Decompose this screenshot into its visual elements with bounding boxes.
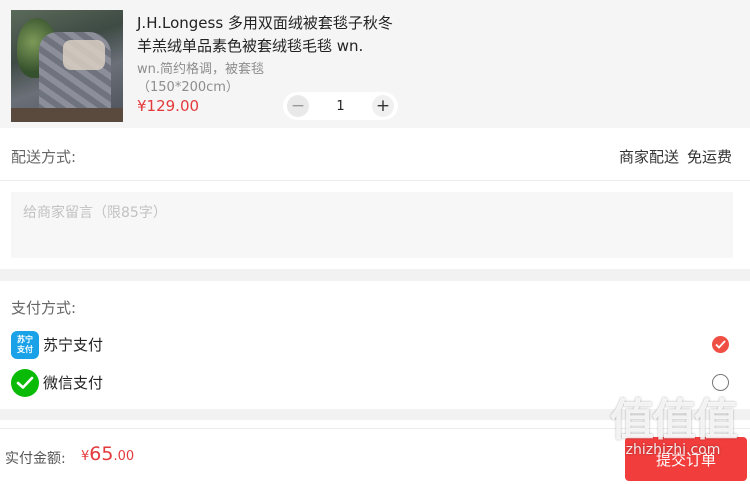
delivery-value: 商家配送 免运费 [619,146,732,167]
product-title[interactable]: J.H.Longess 多用双面绒被套毯子秋冬羊羔绒单品素色被套绒毯毛毯 wn. [137,12,397,58]
checkout-bar: 实付金额: ¥65.00 提交订单 [0,428,750,484]
selected-check-icon[interactable] [712,336,729,353]
delivery-fee: 免运费 [686,148,732,166]
payment-option-label: 苏宁支付 [43,336,104,354]
total-integer: 65 [89,443,114,465]
floor-image [11,108,123,122]
payment-option-label: 微信支付 [43,374,104,392]
delivery-label: 配送方式: [11,148,77,166]
product-card: J.H.Longess 多用双面绒被套毯子秋冬羊羔绒单品素色被套绒毯毛毯 wn.… [0,0,750,128]
product-thumbnail[interactable] [11,10,123,122]
delivery-row[interactable]: 配送方式: 商家配送 免运费 [0,130,750,181]
unselected-radio-icon[interactable] [712,374,729,391]
quantity-value[interactable]: 1 [336,99,344,114]
section-divider [0,269,750,281]
blanket-fold-image [63,40,105,70]
total-amount: ¥65.00 [81,443,134,465]
product-price: ¥129.00 [137,97,200,115]
wechat-pay-icon [11,369,39,397]
suning-icon-text-top: 苏宁 [17,335,33,344]
product-spec: wn.简约格调，被套毯（150*200cm） [137,62,265,95]
suning-icon-text-bottom: 支付 [17,345,33,354]
payment-option-wechat[interactable]: 微信支付 [0,366,750,402]
section-divider [0,409,750,420]
total-label: 实付金额: [5,451,66,467]
seller-message-input[interactable] [11,192,733,258]
total-decimal: .00 [113,449,135,464]
delivery-method: 商家配送 [618,148,679,166]
decrease-quantity-button[interactable]: − [287,95,309,117]
payment-option-suning[interactable]: 苏宁 支付 苏宁支付 [0,328,750,364]
quantity-stepper: − 1 + [283,92,398,120]
payment-title: 支付方式: [11,299,77,317]
submit-order-button[interactable]: 提交订单 [625,437,747,481]
increase-quantity-button[interactable]: + [372,95,394,117]
suning-pay-icon: 苏宁 支付 [11,331,39,359]
